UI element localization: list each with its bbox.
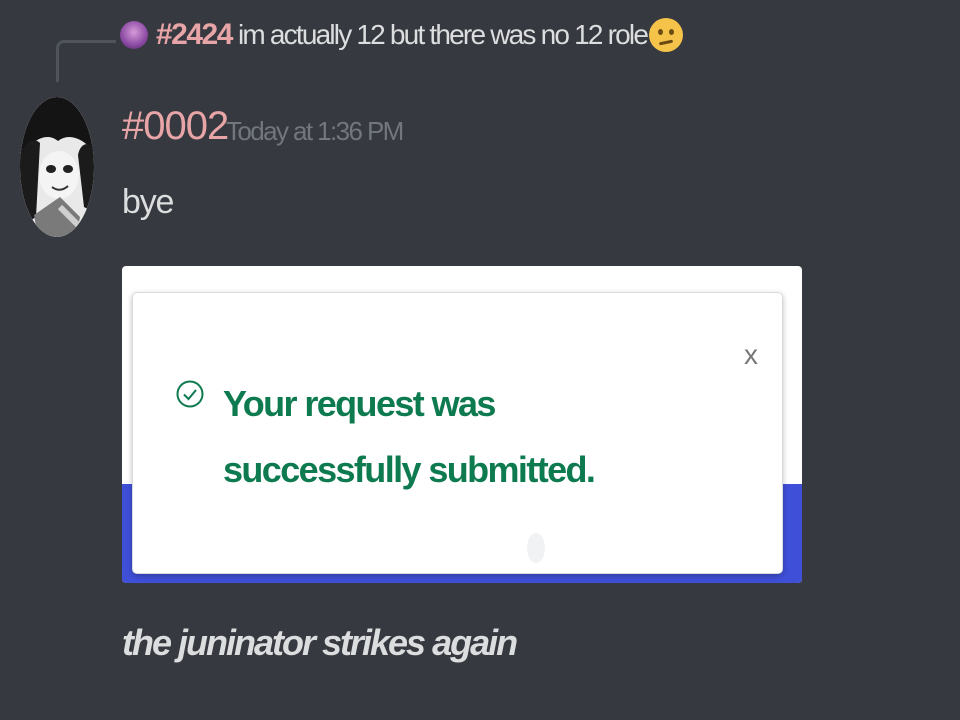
confused-face-emoji-icon xyxy=(649,18,684,52)
reply-reference[interactable]: #2424 im actually 12 but there was no 12… xyxy=(120,10,684,60)
message-username[interactable]: #0002 xyxy=(122,104,229,149)
close-icon[interactable]: x xyxy=(744,341,758,369)
message-text: bye xyxy=(122,183,174,221)
success-toast: x Your request was successfully submitte… xyxy=(132,292,783,574)
toast-message: Your request was successfully submitted. xyxy=(223,383,596,490)
caption-text: the juninator strikes again xyxy=(122,622,518,663)
reply-connector xyxy=(56,40,116,82)
message-timestamp: Today at 1:36 PM xyxy=(226,116,404,146)
reply-text[interactable]: im actually 12 but there was no 12 role xyxy=(238,19,649,51)
reply-avatar[interactable] xyxy=(120,21,148,49)
image-attachment[interactable]: x Your request was successfully submitte… xyxy=(122,266,802,583)
decorative-dot xyxy=(527,533,545,563)
check-circle-icon xyxy=(176,380,204,408)
avatar[interactable] xyxy=(20,97,94,237)
chat-view: #2424 im actually 12 but there was no 12… xyxy=(0,0,960,720)
reply-username[interactable]: #2424 xyxy=(156,18,233,52)
